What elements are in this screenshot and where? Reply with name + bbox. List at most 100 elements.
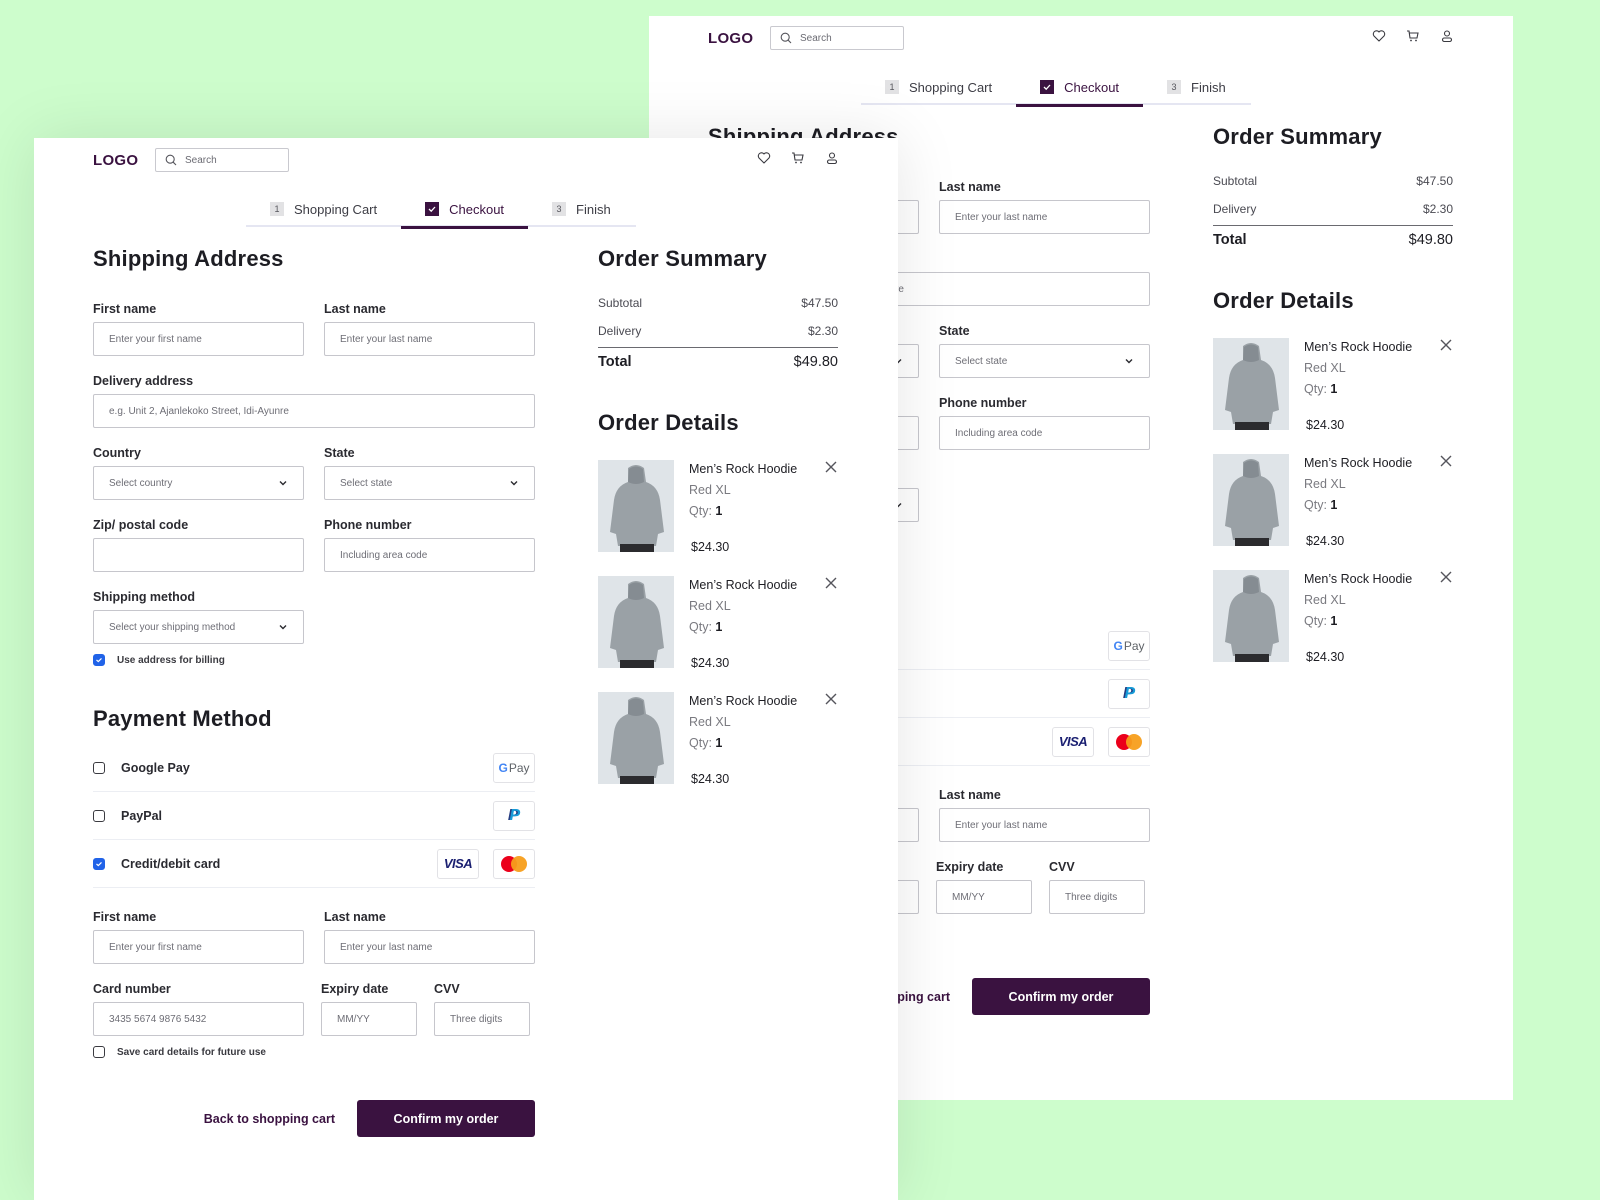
zip-label: Zip/ postal code	[93, 518, 189, 532]
cvv-input[interactable]: Three digits	[434, 1002, 530, 1036]
placeholder: Including area code	[340, 549, 428, 561]
checkout-page-front: LOGO Search 1 Shopping Cart Checkout 3 F…	[34, 138, 898, 1200]
address-input[interactable]: e.g. Unit 2, Ajanlekoko Street, Idi-Ayun…	[93, 394, 535, 428]
back-to-cart-link[interactable]: Back to shopping cart	[204, 1112, 335, 1126]
card-checkbox[interactable]	[93, 857, 105, 870]
paypal-checkbox[interactable]	[93, 809, 105, 822]
placeholder: Enter your last name	[955, 819, 1048, 831]
country-select[interactable]: Select country	[93, 466, 304, 500]
cart-button[interactable]	[791, 151, 805, 165]
payment-option-label: PayPal	[121, 808, 163, 823]
item-variant: Red XL	[689, 715, 731, 729]
step-shopping-cart[interactable]: 1 Shopping Cart	[861, 69, 1016, 105]
account-button[interactable]	[1440, 29, 1454, 43]
state-select[interactable]: Select state	[939, 344, 1150, 378]
cvv-input[interactable]: Three digits	[1049, 880, 1145, 914]
wishlist-button[interactable]	[1372, 29, 1386, 43]
billing-checkbox[interactable]	[93, 654, 105, 666]
delivery-value: $2.30	[1422, 202, 1453, 216]
card-first-name-input[interactable]: Enter your first name	[93, 930, 304, 964]
visa-logo: VISA	[437, 848, 479, 879]
card-number-input[interactable]: 3435 5674 9876 5432	[93, 1002, 304, 1036]
total-row: Total $49.80	[598, 347, 838, 370]
google-pay-checkbox[interactable]	[93, 761, 105, 774]
card-last-name-input[interactable]: Enter your last name	[324, 930, 535, 964]
card-first-name-label: First name	[93, 910, 157, 924]
heart-icon	[757, 152, 771, 164]
step-finish[interactable]: 3 Finish	[1143, 69, 1250, 105]
qty-value: 1	[1330, 614, 1338, 628]
checkout-stepper: 1 Shopping Cart Checkout 3 Finish	[861, 69, 1251, 107]
step-checkout[interactable]: Checkout	[1016, 69, 1143, 107]
placeholder: 3435 5674 9876 5432	[109, 1013, 207, 1025]
state-label: State	[939, 324, 970, 338]
qty-label: Qty:	[689, 504, 712, 518]
shipping-method-select[interactable]: Select your shipping method	[93, 610, 304, 644]
remove-item-button[interactable]	[824, 460, 838, 474]
zip-input[interactable]	[93, 538, 304, 572]
remove-item-button[interactable]	[824, 692, 838, 706]
payment-option-card[interactable]: Credit/debit card VISA	[93, 840, 535, 888]
visa-logo: VISA	[1052, 726, 1094, 757]
qty-value: 1	[715, 620, 723, 634]
billing-checkbox-row[interactable]: Use address for billing	[93, 654, 535, 666]
item-qty: Qty: 1	[1304, 498, 1412, 512]
first-name-input[interactable]: Enter your first name	[93, 322, 304, 356]
cart-icon	[792, 152, 804, 164]
gpay-text: Pay	[1123, 638, 1145, 653]
mastercard-logo	[1108, 726, 1150, 757]
chevron-down-icon	[1125, 359, 1133, 364]
state-select[interactable]: Select state	[324, 466, 535, 500]
card-last-name-input[interactable]: Enter your last name	[939, 808, 1150, 842]
logo[interactable]: LOGO	[93, 152, 138, 169]
check-icon	[96, 657, 102, 663]
product-image	[1213, 570, 1289, 662]
step-finish[interactable]: 3 Finish	[528, 191, 635, 227]
summary-title: Order Summary	[598, 246, 767, 271]
search-input[interactable]: Search	[770, 26, 904, 50]
account-button[interactable]	[825, 151, 839, 165]
item-price: $24.30	[691, 540, 730, 554]
qty-label: Qty:	[1304, 614, 1327, 628]
logo[interactable]: LOGO	[708, 30, 753, 47]
check-icon	[425, 202, 440, 216]
subtotal-row: Subtotal $47.50	[1213, 174, 1453, 188]
remove-item-button[interactable]	[1439, 338, 1453, 352]
qty-value: 1	[715, 504, 723, 518]
last-name-input[interactable]: Enter your last name	[939, 200, 1150, 234]
expiry-input[interactable]: MM/YY	[321, 1002, 417, 1036]
step-shopping-cart[interactable]: 1 Shopping Cart	[246, 191, 401, 227]
phone-input[interactable]: Including area code	[324, 538, 535, 572]
item-name: Men’s Rock Hoodie	[1304, 572, 1413, 586]
last-name-input[interactable]: Enter your last name	[324, 322, 535, 356]
phone-input[interactable]: Including area code	[939, 416, 1150, 450]
order-item: Men’s Rock Hoodie Red XL Qty: 1 $24.30	[598, 576, 838, 670]
product-image	[598, 576, 674, 668]
save-card-checkbox[interactable]	[93, 1046, 105, 1058]
close-icon	[825, 461, 837, 473]
confirm-order-button[interactable]: Confirm my order	[972, 978, 1150, 1015]
cart-button[interactable]	[1406, 29, 1420, 43]
remove-item-button[interactable]	[1439, 454, 1453, 468]
confirm-order-button[interactable]: Confirm my order	[357, 1100, 535, 1137]
check-icon	[1040, 80, 1055, 94]
chevron-down-icon	[510, 481, 518, 486]
qty-value: 1	[715, 736, 723, 750]
heart-icon	[1372, 30, 1386, 42]
select-value: Select state	[340, 477, 393, 489]
placeholder: e.g. Unit 2, Ajanlekoko Street, Idi-Ayun…	[109, 405, 289, 417]
remove-item-button[interactable]	[1439, 570, 1453, 584]
step-checkout[interactable]: Checkout	[401, 191, 528, 229]
remove-item-button[interactable]	[824, 576, 838, 590]
search-input[interactable]: Search	[155, 148, 289, 172]
total-value: $49.80	[1408, 232, 1453, 248]
item-price: $24.30	[691, 656, 730, 670]
close-icon	[1440, 455, 1452, 467]
expiry-input[interactable]: MM/YY	[936, 880, 1032, 914]
payment-option-google-pay[interactable]: Google Pay GPay	[93, 744, 535, 792]
payment-option-paypal[interactable]: PayPal PP	[93, 792, 535, 840]
order-item: Men’s Rock Hoodie Red XL Qty: 1 $24.30	[598, 692, 838, 786]
save-card-row[interactable]: Save card details for future use	[93, 1046, 535, 1058]
placeholder: Three digits	[1065, 891, 1118, 903]
wishlist-button[interactable]	[757, 151, 771, 165]
